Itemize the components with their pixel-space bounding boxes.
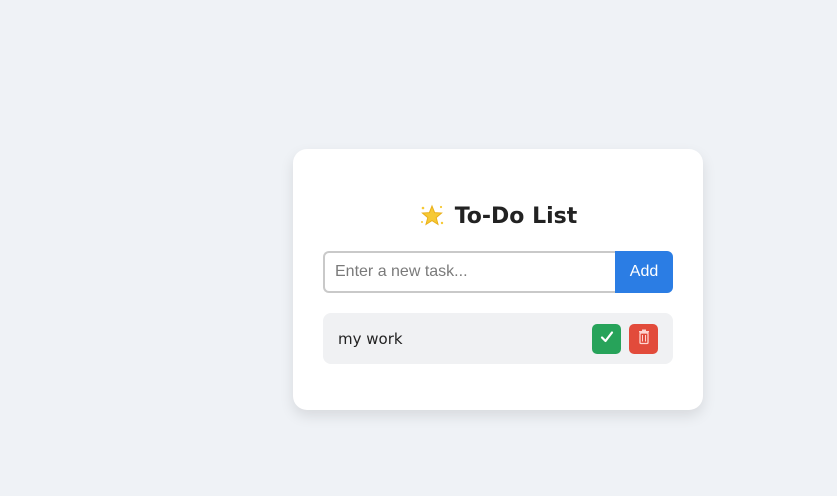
new-task-input[interactable] <box>323 251 615 293</box>
header: To-Do List <box>293 201 703 231</box>
add-task-button[interactable]: Add <box>615 251 673 293</box>
glowing-star-icon <box>419 203 445 229</box>
trash-icon <box>637 329 651 348</box>
new-task-form: Add <box>323 251 673 293</box>
check-icon <box>599 329 615 348</box>
task-list-item: my work <box>323 313 673 364</box>
todo-card: To-Do List Add my work <box>293 149 703 410</box>
delete-task-button[interactable] <box>629 323 658 354</box>
task-label: my work <box>338 329 403 348</box>
complete-task-button[interactable] <box>592 323 621 354</box>
page-title: To-Do List <box>454 203 578 229</box>
